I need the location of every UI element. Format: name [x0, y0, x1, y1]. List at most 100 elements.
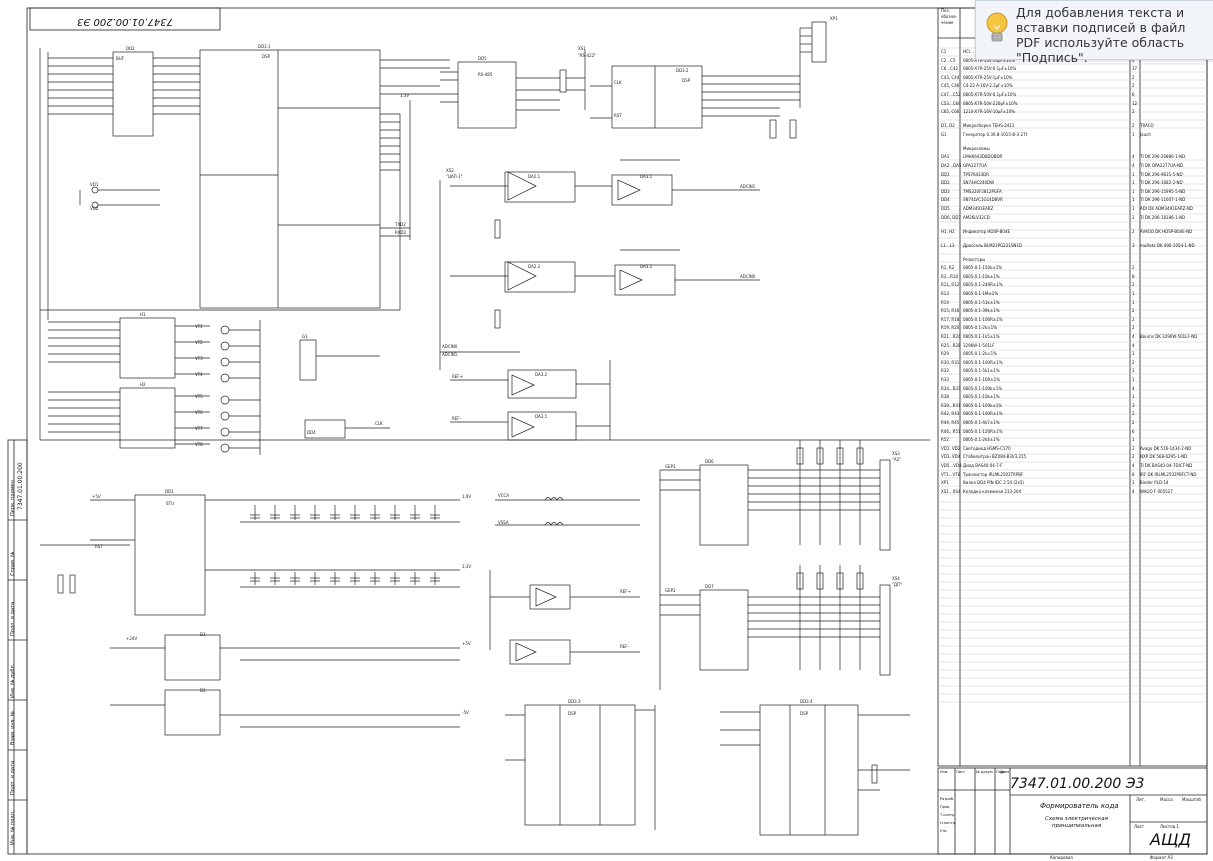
- bom-row: R29 0805-0.1-2k±1% 1: [938, 350, 1200, 358]
- title-block-role-label: № докум.: [976, 770, 994, 774]
- svg-text:CLK: CLK: [614, 80, 622, 85]
- bom-row: XS1...XS4 Колодка клеммная 233-204 4 WAGO F…: [938, 488, 1200, 496]
- bom-name: Микросхемы: [963, 145, 990, 151]
- title-block-role-label: Т.контр.: [940, 813, 956, 817]
- bom-row: R3...R10 0805-0.1-10k±1% 8: [938, 273, 1200, 281]
- bom-pos: R33: [941, 377, 949, 382]
- bom-pos: XS1...XS4: [941, 488, 961, 494]
- bom-pos: C43, C44: [941, 74, 960, 80]
- bom-pos: C47...C52: [941, 92, 961, 97]
- bom-note: TI DK 296-11607-1-ND: [1140, 197, 1186, 203]
- title-block-subtitle-1: Схема электрическая: [1045, 816, 1108, 822]
- title-block-role-label: Н.контр.: [940, 821, 957, 825]
- bom-pos: R30, R31: [941, 359, 960, 365]
- bom-pos: C2...C5: [941, 57, 956, 63]
- svg-text:DD2: DD2: [126, 46, 135, 51]
- bom-row: R46...R51 0805-0.1-120R±1% 6: [938, 428, 1200, 436]
- bom-name: TPS76433DR: [963, 171, 989, 177]
- side-label-inv-podl: Инв. № подл.: [10, 810, 16, 846]
- bom-pos: R14: [941, 299, 949, 305]
- bom-name: Генератор 0.30.8-1015-B-3-27t: [963, 131, 1028, 137]
- bom-pos: DD1: [941, 171, 950, 177]
- bom-qty: 2: [1132, 359, 1135, 365]
- bom-note: Bourns DK 3296W-501LF-ND: [1140, 334, 1198, 339]
- side-label-perv-primen: Перв. примен.: [10, 478, 16, 516]
- bom-name: 0805-0.1-1M±1%: [963, 291, 999, 296]
- h1-box: [119, 317, 176, 379]
- cap-bank-2: [240, 572, 460, 588]
- xp1-box: [811, 21, 827, 63]
- bom-pos: H1, H2: [941, 228, 955, 234]
- bom-pos: R17, R18: [941, 316, 960, 322]
- bom-row: R38 0805-0.1-10k±1% 1: [938, 393, 1200, 401]
- svg-text:1,9V: 1,9V: [462, 494, 471, 499]
- bom-row: C53...C64 0805-X7R-50V-220pF±10% 12: [938, 100, 1200, 108]
- svg-text:H2: H2: [140, 382, 146, 387]
- bom-note: Binder PLD-14: [1140, 480, 1169, 486]
- bom-qty: 1: [1132, 171, 1135, 177]
- svg-text:DD7: DD7: [705, 584, 714, 589]
- bom-qty: 4: [1132, 154, 1135, 160]
- bom-row: C47...C52 0805-X7R-50V-0.1μF±10% 6: [938, 91, 1200, 99]
- title-block-sheet: Лист: [1134, 824, 1145, 829]
- bom-qty: 4: [1132, 334, 1135, 339]
- bom-pos: DD4: [941, 197, 950, 203]
- bom-qty: 1: [1132, 368, 1135, 374]
- bom-row: C65, C66 1210-X7R-16V-10μF±10% 2: [938, 108, 1200, 116]
- title-block-sheets: Листов 1: [1160, 824, 1179, 829]
- bom-name: 0805-0.1-100k±1%: [963, 385, 1003, 391]
- bom-pos: DD3: [941, 188, 950, 194]
- bom-row: R13 0805-0.1-1M±1% 1: [938, 290, 1200, 298]
- bom-pos: C65, C66: [941, 109, 960, 115]
- svg-text:D2: D2: [200, 688, 206, 693]
- bom-name: ADM3491EARZ: [963, 206, 994, 211]
- bom-pos: R11, R12: [941, 282, 960, 288]
- dd3-1-box: [199, 49, 381, 309]
- bom-qty: 12: [1132, 100, 1138, 106]
- bom-name: Резисторы: [963, 256, 986, 262]
- svg-text:RXD2: RXD2: [395, 230, 407, 235]
- svg-text:ADCIN1: ADCIN1: [442, 352, 458, 357]
- svg-text:STU: STU: [166, 501, 174, 506]
- bom-name: 0805-0.1-5k1±1%: [963, 368, 1000, 374]
- bom-qty: 1: [1132, 394, 1135, 400]
- bom-pos: R19, R20: [941, 325, 960, 331]
- bom-pos: C45, C46: [941, 83, 960, 89]
- bom-note: TI DK 296-1682-2-ND: [1140, 180, 1183, 186]
- bom-qty: 2: [1132, 411, 1135, 417]
- schematic-wires: [39, 21, 930, 836]
- bom-qty: 2: [1132, 325, 1135, 331]
- bom-pos: R21...R24: [941, 334, 961, 339]
- pdf-signature-hint[interactable]: Для добавления текста и вставки подписей…: [975, 0, 1213, 65]
- bom-row: DD2 SN74HC240DW 1 TI DK 296-1682-2-ND: [938, 179, 1200, 187]
- bom-name: Индикатор HDSP-B04E: [963, 228, 1011, 234]
- title-block-code: 7347.01.00.200 Э3: [1010, 776, 1145, 792]
- svg-text:VT8: VT8: [195, 442, 203, 447]
- d2-box: [164, 689, 221, 736]
- bom-row: VT1...VT8 Транзистор IRLML2502TRPBF 8 IRF D…: [938, 471, 1200, 479]
- bom-pos: R15, R16: [941, 308, 960, 314]
- svg-text:DD4: DD4: [307, 430, 316, 435]
- bom-pos: R13: [941, 291, 949, 296]
- bom-pos: R42, R43: [941, 411, 960, 417]
- title-block-role-label: Изм.: [940, 770, 949, 774]
- svg-text:XS4: XS4: [892, 576, 900, 581]
- title-block-subtitle-2: принципиальная: [1052, 823, 1102, 829]
- bom-name: 0805-X7R-50V-0.1μF±10%: [963, 92, 1017, 97]
- svg-text:VD2: VD2: [90, 206, 99, 211]
- bom-name: HCI...: [963, 49, 974, 54]
- bom-name: Транзистор IRLML2502TRPBF: [963, 471, 1024, 477]
- bom-name: Колодка клеммная 233-204: [963, 488, 1022, 494]
- title-block-role-label: Пров.: [940, 805, 951, 809]
- svg-text:ADCIN0: ADCIN0: [442, 344, 458, 349]
- bom-pos: VD5...VD8: [941, 463, 962, 468]
- bom-qty: 2: [1132, 83, 1135, 89]
- svg-text:DSP: DSP: [262, 54, 271, 59]
- svg-text:DSP: DSP: [800, 711, 809, 716]
- bom-pos: C1: [941, 49, 947, 54]
- svg-text:CLK: CLK: [375, 421, 383, 426]
- bom-note: Avago DK 516-1434-2-ND: [1140, 445, 1192, 451]
- bom-row: C43, C44 0805-X7R-25V-1μF±10% 2: [938, 74, 1200, 82]
- svg-text:REF-: REF-: [620, 644, 630, 649]
- bom-name: 0805-0.1-10k±1%: [963, 273, 1000, 279]
